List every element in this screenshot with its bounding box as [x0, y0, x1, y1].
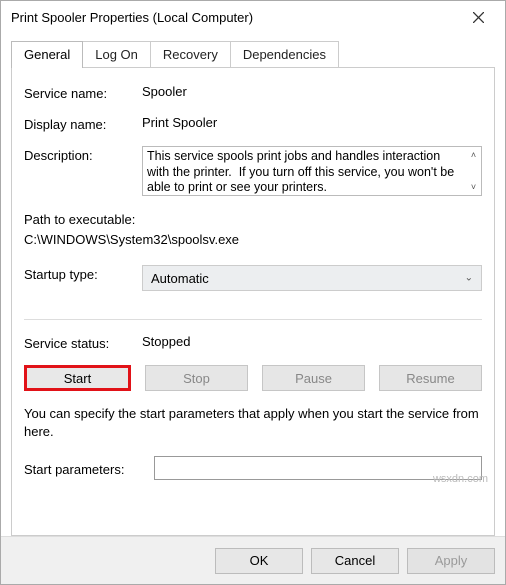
description-scrollbar[interactable]: ˄ ˅ — [465, 147, 481, 195]
scroll-up-icon[interactable]: ˄ — [466, 147, 481, 163]
apply-button: Apply — [407, 548, 495, 574]
scroll-down-icon[interactable]: ˅ — [466, 179, 481, 195]
start-params-note: You can specify the start parameters tha… — [24, 405, 482, 440]
tab-general[interactable]: General — [11, 41, 83, 68]
startup-type-value: Automatic — [151, 271, 209, 286]
stop-button: Stop — [145, 365, 248, 391]
path-value: C:\WINDOWS\System32\spoolsv.exe — [24, 230, 482, 250]
divider — [24, 319, 482, 320]
titlebar: Print Spooler Properties (Local Computer… — [1, 1, 505, 33]
chevron-down-icon: ⌄ — [465, 273, 473, 284]
path-block: Path to executable: C:\WINDOWS\System32\… — [24, 210, 482, 249]
close-button[interactable] — [457, 3, 499, 31]
window-title: Print Spooler Properties (Local Computer… — [11, 10, 457, 25]
start-button[interactable]: Start — [24, 365, 131, 391]
tab-recovery[interactable]: Recovery — [150, 41, 231, 67]
close-icon — [473, 12, 484, 23]
tab-logon[interactable]: Log On — [82, 41, 151, 67]
pause-button: Pause — [262, 365, 365, 391]
dialog-body: General Log On Recovery Dependencies Ser… — [1, 33, 505, 536]
watermark-text: wsxdn.com — [433, 473, 488, 485]
service-name-label: Service name: — [24, 84, 142, 101]
scroll-track[interactable] — [466, 163, 481, 179]
service-status-label: Service status: — [24, 334, 142, 351]
properties-window: Print Spooler Properties (Local Computer… — [0, 0, 506, 585]
description-box: This service spools print jobs and handl… — [142, 146, 482, 196]
startup-type-combo[interactable]: Automatic ⌄ — [142, 265, 482, 291]
start-params-label: Start parameters: — [24, 460, 154, 477]
path-label: Path to executable: — [24, 210, 482, 230]
display-name-value: Print Spooler — [142, 115, 482, 130]
service-control-buttons: Start Stop Pause Resume — [24, 365, 482, 391]
service-status-value: Stopped — [142, 334, 482, 349]
dialog-footer: OK Cancel Apply — [1, 536, 505, 584]
service-name-value: Spooler — [142, 84, 482, 99]
display-name-label: Display name: — [24, 115, 142, 132]
ok-button[interactable]: OK — [215, 548, 303, 574]
resume-button: Resume — [379, 365, 482, 391]
tab-dependencies[interactable]: Dependencies — [230, 41, 339, 67]
tab-panel-general: Service name: Spooler Display name: Prin… — [11, 67, 495, 536]
startup-type-label: Startup type: — [24, 265, 142, 282]
description-label: Description: — [24, 146, 142, 163]
description-text: This service spools print jobs and handl… — [143, 147, 465, 195]
tab-strip: General Log On Recovery Dependencies — [11, 41, 495, 67]
cancel-button[interactable]: Cancel — [311, 548, 399, 574]
